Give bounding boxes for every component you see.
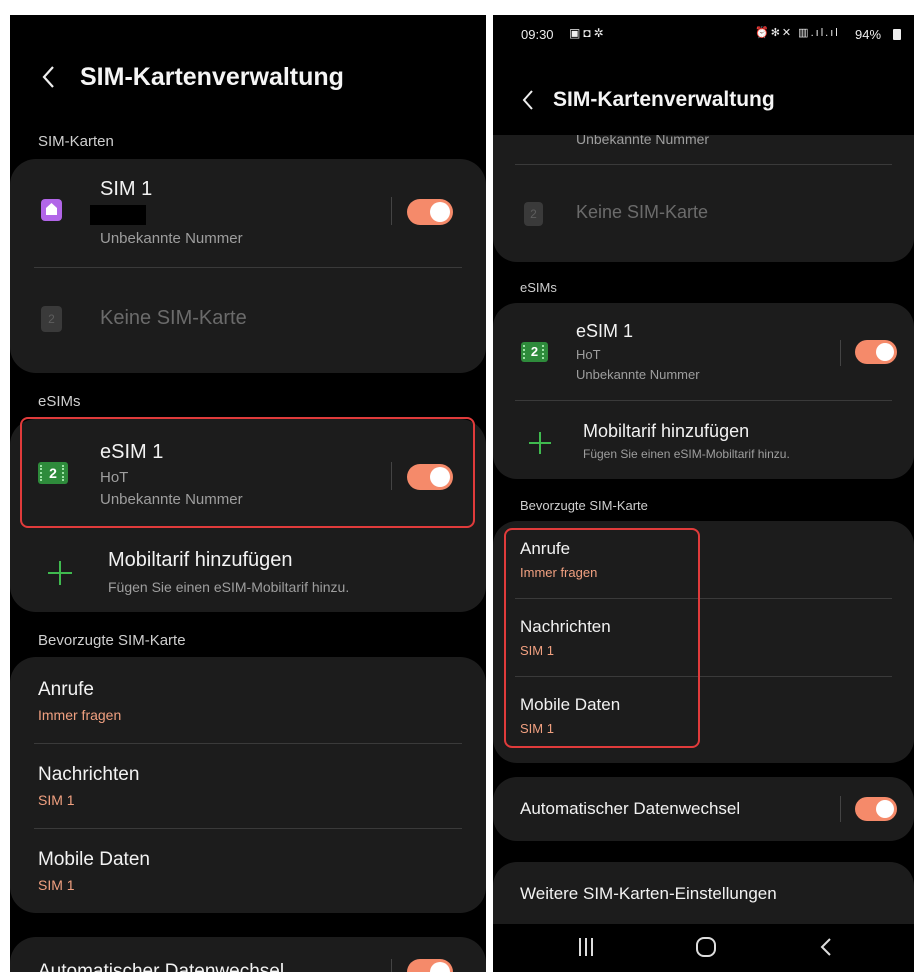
add-plan-title: Mobiltarif hinzufügen: [583, 421, 750, 441]
separator: [391, 197, 392, 225]
sim-cards-card: Unbekannte Nummer 2 Keine SIM-Karte: [493, 135, 914, 262]
notification-icons: ▣◘✲: [569, 26, 607, 40]
esim1-toggle[interactable]: [855, 340, 897, 364]
section-label-esim: eSIMs: [38, 393, 81, 410]
back-icon[interactable]: [38, 62, 60, 92]
separator: [840, 796, 841, 822]
calls-label: Anrufe: [38, 679, 94, 700]
auto-switch-toggle[interactable]: [855, 797, 897, 821]
back-nav-icon[interactable]: [819, 936, 833, 963]
battery-level: 94%: [855, 27, 882, 42]
auto-switch-row[interactable]: Automatischer Datenwechsel: [493, 777, 914, 841]
sim1-row[interactable]: SIM 1 Unbekannte Nummer: [10, 159, 486, 267]
toggle-knob: [430, 202, 450, 222]
auto-switch-row[interactable]: Automatischer Datenwechsel: [10, 937, 486, 972]
battery-icon: [893, 29, 901, 40]
status-bar: 09:30 ▣◘✲ ⏰✻✕ ▥.ıl.ıl 94%: [493, 15, 914, 51]
home-icon[interactable]: [695, 936, 717, 963]
no-sim-row: 2 Keine SIM-Karte: [10, 268, 486, 373]
auto-switch-card: Automatischer Datenwechsel: [493, 777, 914, 841]
esim1-row[interactable]: 2 eSIM 1 HoT Unbekannte Nummer: [493, 303, 914, 400]
cut-sim-number: Unbekannte Nummer: [576, 135, 710, 147]
add-plan-subtitle: Fügen Sie einen eSIM-Mobiltarif hinzu.: [108, 579, 350, 595]
mobile-data-label: Mobile Daten: [38, 849, 150, 870]
more-settings-row[interactable]: Weitere SIM-Karten-Einstellungen: [493, 862, 914, 926]
add-plan-row[interactable]: Mobiltarif hinzufügen Fügen Sie einen eS…: [493, 401, 914, 479]
auto-switch-toggle[interactable]: [407, 959, 453, 972]
right-screenshot: 09:30 ▣◘✲ ⏰✻✕ ▥.ıl.ıl 94% SIM-Kartenverw…: [493, 15, 914, 972]
mobile-data-value: SIM 1: [38, 877, 75, 893]
calls-row[interactable]: Anrufe Immer fragen: [10, 657, 486, 743]
system-status-icons: ⏰✻✕ ▥.ıl.ıl: [755, 27, 840, 39]
plus-icon: [48, 561, 72, 585]
highlight-box: [20, 417, 475, 528]
navigation-bar: [493, 924, 914, 972]
sim1-toggle[interactable]: [407, 199, 453, 225]
auto-switch-card: Automatischer Datenwechsel: [10, 937, 486, 972]
messages-label: Nachrichten: [38, 764, 140, 785]
section-label-preferred: Bevorzugte SIM-Karte: [520, 498, 648, 513]
messages-row[interactable]: Nachrichten SIM 1: [10, 744, 486, 828]
auto-switch-label: Automatischer Datenwechsel: [520, 799, 741, 818]
messages-value: SIM 1: [38, 792, 75, 808]
esim-card: 2 eSIM 1 HoT Unbekannte Nummer Mobiltari…: [493, 303, 914, 479]
toggle-knob: [430, 962, 450, 972]
title-bar: SIM-Kartenverwaltung: [10, 57, 486, 97]
esim1-carrier: HoT: [576, 347, 601, 362]
sim-cards-card: SIM 1 Unbekannte Nummer 2 Keine SIM-Kart…: [10, 159, 486, 373]
section-label-esim: eSIMs: [520, 280, 557, 295]
page-title: SIM-Kartenverwaltung: [80, 62, 344, 91]
add-plan-row[interactable]: Mobiltarif hinzufügen Fügen Sie einen eS…: [10, 529, 486, 612]
recents-icon[interactable]: [577, 936, 595, 963]
section-label-sim: SIM-Karten: [38, 133, 114, 150]
no-sim-label: Keine SIM-Karte: [576, 202, 709, 222]
more-settings-card: Weitere SIM-Karten-Einstellungen: [493, 862, 914, 926]
preferred-card: Anrufe Immer fragen Nachrichten SIM 1 Mo…: [10, 657, 486, 913]
auto-switch-label: Automatischer Datenwechsel: [38, 961, 285, 972]
esim1-number: Unbekannte Nummer: [576, 367, 700, 382]
esim1-name: eSIM 1: [576, 321, 634, 341]
sim-slot-icon: 2: [524, 202, 543, 226]
toggle-knob: [876, 343, 894, 361]
back-icon[interactable]: [519, 87, 537, 113]
sim-slot-icon: 2: [41, 306, 62, 332]
more-settings-label: Weitere SIM-Karten-Einstellungen: [520, 884, 777, 903]
left-screenshot: SIM-Kartenverwaltung SIM-Karten SIM 1 Un…: [10, 15, 486, 972]
separator: [391, 959, 392, 972]
separator: [840, 340, 841, 366]
no-sim-label: Keine SIM-Karte: [100, 307, 247, 329]
esim-icon: 2: [521, 342, 548, 362]
title-bar: SIM-Kartenverwaltung: [493, 82, 914, 118]
sim1-name: SIM 1: [100, 178, 153, 200]
calls-value: Immer fragen: [38, 707, 122, 723]
add-plan-title: Mobiltarif hinzufügen: [108, 549, 293, 571]
plus-icon: [529, 432, 551, 454]
sim1-number: Unbekannte Nummer: [100, 230, 243, 247]
no-sim-row: 2 Keine SIM-Karte: [493, 165, 914, 262]
status-time: 09:30: [521, 27, 554, 42]
home-sim-icon: [41, 199, 62, 221]
add-plan-subtitle: Fügen Sie einen eSIM-Mobiltarif hinzu.: [583, 447, 790, 461]
redacted-number: [90, 205, 146, 225]
highlight-box: [504, 528, 700, 748]
page-title: SIM-Kartenverwaltung: [553, 88, 775, 111]
toggle-knob: [876, 800, 894, 818]
mobile-data-row[interactable]: Mobile Daten SIM 1: [10, 829, 486, 913]
section-label-preferred: Bevorzugte SIM-Karte: [38, 632, 186, 649]
